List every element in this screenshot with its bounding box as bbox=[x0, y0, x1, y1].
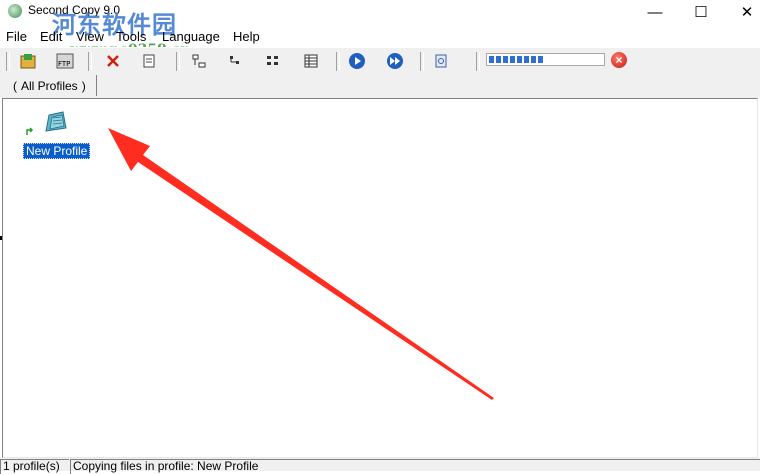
app-icon bbox=[8, 4, 22, 18]
progress-segment bbox=[517, 56, 522, 63]
menu-help[interactable]: Help bbox=[233, 29, 260, 44]
maximize-button[interactable]: ☐ bbox=[678, 0, 724, 24]
cancel-icon[interactable]: × bbox=[611, 52, 627, 68]
tree-view-icon[interactable] bbox=[224, 51, 246, 71]
toolbar: FTP bbox=[0, 47, 760, 76]
menu-file[interactable]: File bbox=[6, 29, 27, 44]
tab-all-profiles[interactable]: ( All Profiles ) bbox=[3, 75, 97, 96]
run-all-icon[interactable] bbox=[384, 51, 406, 71]
title-bar: Second Copy 9.0 河东软件园 — ☐ ✕ bbox=[0, 0, 760, 39]
progress-segment bbox=[538, 56, 543, 63]
details-view-icon[interactable] bbox=[300, 51, 322, 71]
close-button[interactable]: ✕ bbox=[724, 0, 760, 24]
toolbar-separator bbox=[88, 52, 92, 71]
log-icon[interactable] bbox=[430, 51, 452, 71]
toolbar-separator bbox=[176, 52, 180, 71]
minimize-button[interactable]: — bbox=[632, 0, 678, 24]
profiles-pane[interactable]: New Profile bbox=[2, 98, 758, 458]
progress-segment bbox=[510, 56, 515, 63]
profile-item[interactable]: New Profile bbox=[23, 109, 93, 161]
toolbar-separator bbox=[476, 52, 480, 71]
profile-icon bbox=[45, 111, 67, 132]
toolbar-separator bbox=[6, 52, 10, 71]
status-message: Copying files in profile: New Profile bbox=[70, 459, 760, 474]
progress-segment bbox=[524, 56, 529, 63]
view-icon[interactable] bbox=[188, 51, 210, 71]
resize-mark bbox=[0, 236, 2, 240]
list-view-icon[interactable] bbox=[262, 51, 284, 71]
progress-segment bbox=[489, 56, 494, 63]
run-icon[interactable] bbox=[346, 51, 368, 71]
progress-bar bbox=[486, 53, 605, 66]
profile-label: New Profile bbox=[23, 143, 91, 159]
progress-segment bbox=[496, 56, 501, 63]
status-count: 1 profile(s) bbox=[0, 459, 69, 474]
delete-icon[interactable] bbox=[102, 51, 124, 71]
shortcut-badge-icon bbox=[25, 127, 35, 137]
toolbar-separator bbox=[420, 52, 424, 71]
profile-group-tabs: ( All Profiles ) bbox=[0, 74, 760, 98]
svg-text:FTP: FTP bbox=[58, 60, 70, 68]
progress-segment bbox=[531, 56, 536, 63]
new-profile-icon[interactable] bbox=[17, 51, 39, 71]
ftp-icon[interactable]: FTP bbox=[54, 51, 76, 71]
tab-paren-right: ) bbox=[81, 78, 86, 93]
progress-segment bbox=[503, 56, 508, 63]
status-bar: 1 profile(s) Copying files in profile: N… bbox=[0, 458, 760, 474]
toolbar-separator bbox=[336, 52, 340, 71]
tab-label: All Profiles bbox=[21, 78, 78, 93]
menu-edit[interactable]: Edit bbox=[40, 29, 62, 44]
tab-paren-left: ( bbox=[13, 78, 17, 93]
properties-icon[interactable] bbox=[138, 51, 160, 71]
